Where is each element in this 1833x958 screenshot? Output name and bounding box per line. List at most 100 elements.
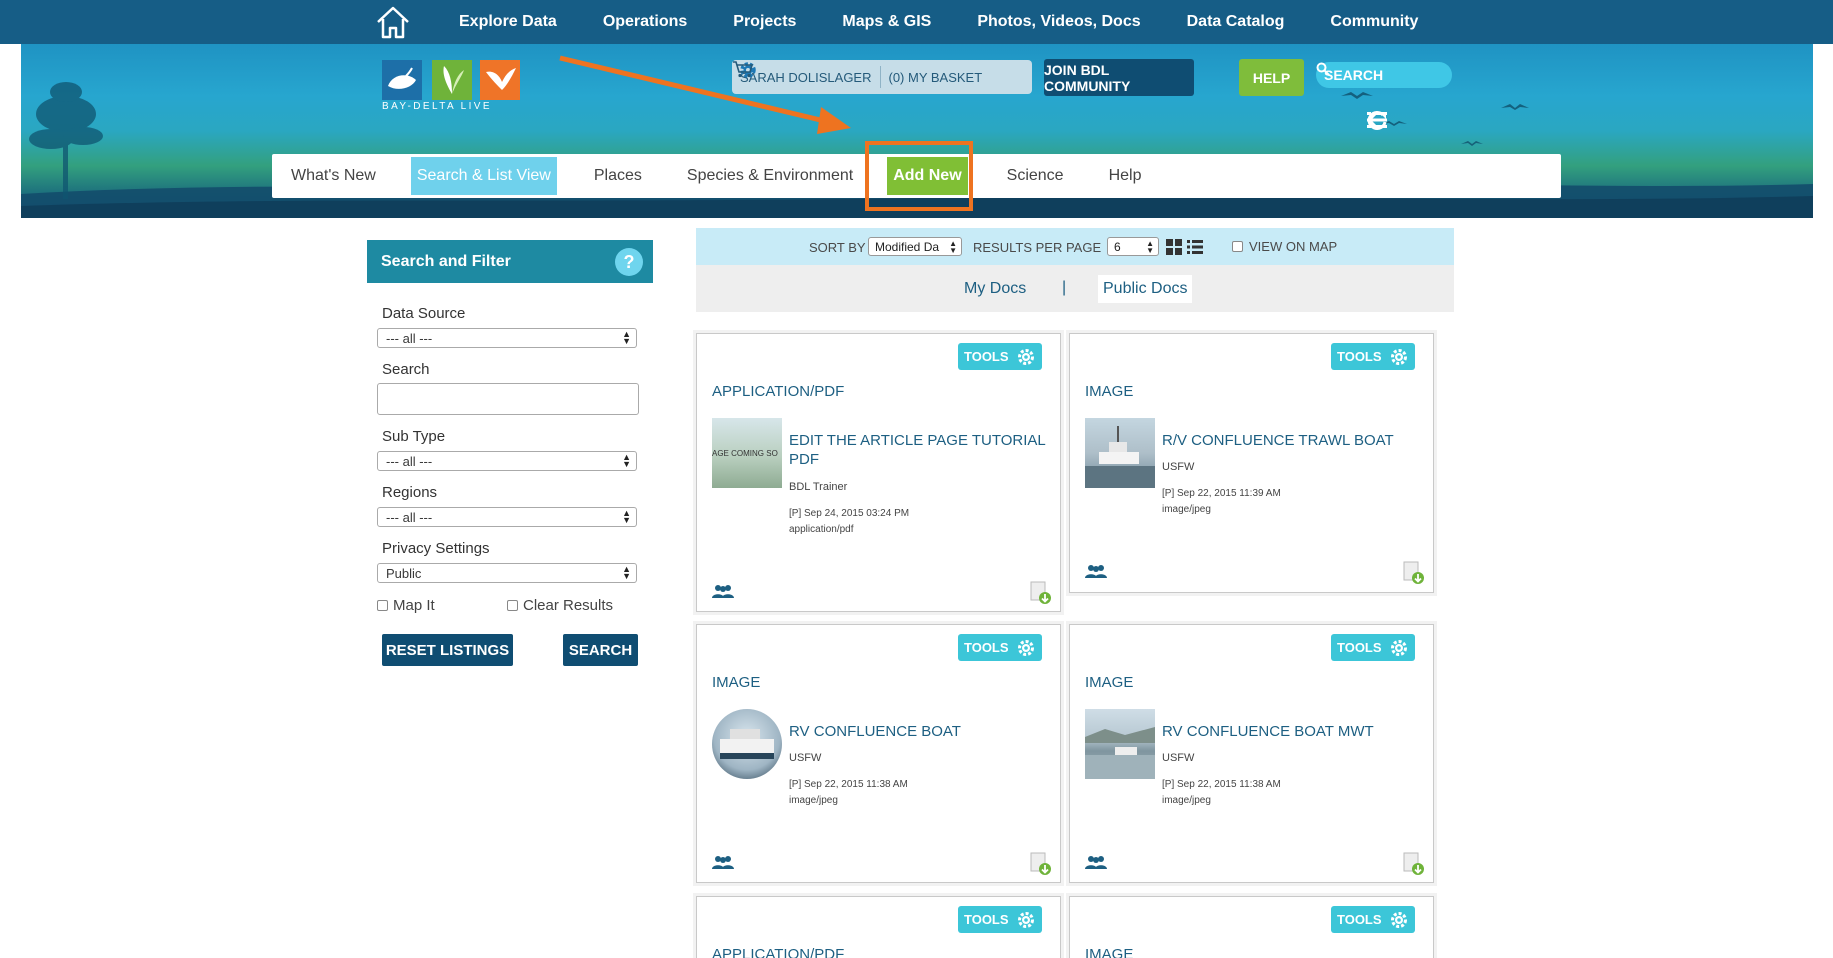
sort-by-label: SORT BY xyxy=(809,240,866,255)
card-thumbnail[interactable] xyxy=(1085,709,1155,779)
card-author: USFW xyxy=(1162,752,1195,764)
privacy-settings-label: Privacy Settings xyxy=(382,540,490,557)
tab-add-new[interactable]: Add New xyxy=(887,157,968,195)
reset-listings-button[interactable]: RESET LISTINGS xyxy=(382,634,513,666)
data-source-label: Data Source xyxy=(382,305,466,322)
topnav-photos-videos-docs[interactable]: Photos, Videos, Docs xyxy=(977,13,1140,31)
card-title[interactable]: RV CONFLUENCE BOAT xyxy=(789,722,1049,741)
gear-icon xyxy=(1391,639,1407,656)
card-title[interactable]: RV CONFLUENCE BOAT MWT xyxy=(1162,722,1422,741)
user-account-pill: SARAH DOLISLAGER (0) MY BASKET xyxy=(732,60,1032,94)
top-navigation: Explore Data Operations Projects Maps & … xyxy=(0,0,1833,44)
tools-button[interactable]: TOOLS xyxy=(1331,634,1415,661)
results-per-page-select[interactable]: 6 ▲ ▼ xyxy=(1107,237,1159,256)
tools-button[interactable]: TOOLS xyxy=(958,634,1042,661)
download-icon[interactable] xyxy=(1403,561,1425,585)
privacy-settings-value: Public xyxy=(386,565,422,581)
tools-label: TOOLS xyxy=(1337,640,1382,655)
topnav-community[interactable]: Community xyxy=(1330,13,1418,31)
card-thumbnail[interactable] xyxy=(712,709,782,779)
my-basket-link[interactable]: (0) MY BASKET xyxy=(733,61,983,85)
filter-search-button[interactable]: SEARCH xyxy=(563,634,638,666)
tab-help[interactable]: Help xyxy=(1103,157,1148,195)
card-title[interactable]: EDIT THE ARTICLE PAGE TUTORIAL PDF xyxy=(789,431,1049,469)
tools-button[interactable]: TOOLS xyxy=(1331,906,1415,933)
search-field-label: Search xyxy=(382,361,430,378)
header-help-button[interactable]: HELP xyxy=(1239,59,1304,96)
map-it-checkbox[interactable]: Map It xyxy=(377,597,435,614)
select-arrows-icon: ▲ ▼ xyxy=(622,329,631,346)
search-filter-header: Search and Filter ? xyxy=(367,240,653,283)
users-icon[interactable] xyxy=(1085,855,1107,869)
card-type: IMAGE xyxy=(1085,674,1134,691)
download-icon[interactable] xyxy=(1030,581,1052,605)
data-source-select[interactable]: --- all --- ▲ ▼ xyxy=(377,328,637,348)
result-card[interactable]: TOOLS IMAGE RV CONFLUENCE BOAT MWT USFW … xyxy=(1069,624,1434,883)
topnav-operations[interactable]: Operations xyxy=(603,13,687,31)
card-thumbnail[interactable] xyxy=(1085,418,1155,488)
result-card[interactable]: TOOLS APPLICATION/PDF xyxy=(696,896,1061,958)
tools-button[interactable]: TOOLS xyxy=(1331,343,1415,370)
result-card[interactable]: TOOLS IMAGE xyxy=(1069,896,1434,958)
tools-label: TOOLS xyxy=(1337,349,1382,364)
card-title[interactable]: R/V CONFLUENCE TRAWL BOAT xyxy=(1162,431,1422,450)
logo-whale-tile xyxy=(382,60,422,100)
pill-divider xyxy=(879,66,881,88)
result-card[interactable]: TOOLS IMAGE R/V CONFLUENCE TRAWL BOAT US… xyxy=(1069,333,1434,593)
card-mime-type: image/jpeg xyxy=(1162,504,1211,515)
thumbnail-caption: AGE COMING SO xyxy=(712,449,778,458)
docs-toggle-bar: My Docs Public Docs xyxy=(696,265,1454,312)
list-view-icon[interactable] xyxy=(1187,239,1203,255)
help-icon[interactable]: ? xyxy=(615,248,643,276)
clear-results-label: Clear Results xyxy=(523,597,614,614)
tab-search-list-view[interactable]: Search & List View xyxy=(410,157,557,195)
basket-label: (0) MY BASKET xyxy=(888,69,983,85)
privacy-settings-select[interactable]: Public ▲ ▼ xyxy=(377,563,637,583)
result-card[interactable]: TOOLS APPLICATION/PDF AGE COMING SO EDIT… xyxy=(696,333,1061,612)
card-type: IMAGE xyxy=(712,674,761,691)
logo-bird-tile xyxy=(480,60,520,100)
search-icon xyxy=(1316,62,1330,76)
card-type: IMAGE xyxy=(1085,946,1134,958)
tools-button[interactable]: TOOLS xyxy=(958,906,1042,933)
download-icon[interactable] xyxy=(1030,852,1052,876)
users-icon[interactable] xyxy=(712,584,734,598)
card-type: APPLICATION/PDF xyxy=(712,946,845,958)
header-search-label: SEARCH xyxy=(1324,67,1384,83)
grid-view-icon[interactable] xyxy=(1166,239,1182,255)
card-author: USFW xyxy=(1162,461,1195,473)
tools-button[interactable]: TOOLS xyxy=(958,343,1042,370)
logo-leaf-tile xyxy=(432,60,472,100)
clear-results-checkbox[interactable]: Clear Results xyxy=(507,597,613,614)
sort-by-select[interactable]: Modified Da ▲ ▼ xyxy=(868,237,962,256)
checkbox-box xyxy=(377,600,388,611)
card-thumbnail[interactable]: AGE COMING SO xyxy=(712,418,782,488)
tab-science[interactable]: Science xyxy=(1001,157,1070,195)
sub-type-select[interactable]: --- all --- ▲ ▼ xyxy=(377,451,637,471)
topnav-explore-data[interactable]: Explore Data xyxy=(459,13,557,31)
header-search-input[interactable]: SEARCH xyxy=(1316,62,1452,88)
tab-my-docs[interactable]: My Docs xyxy=(959,275,1031,303)
home-icon[interactable] xyxy=(373,4,413,40)
map-it-label: Map It xyxy=(393,597,435,614)
results-per-page-value: 6 xyxy=(1114,239,1121,254)
download-icon[interactable] xyxy=(1403,852,1425,876)
users-icon[interactable] xyxy=(1085,564,1107,578)
regions-select[interactable]: --- all --- ▲ ▼ xyxy=(377,507,637,527)
users-icon[interactable] xyxy=(712,855,734,869)
topnav-projects[interactable]: Projects xyxy=(733,13,796,31)
tab-whats-new[interactable]: What's New xyxy=(285,157,382,195)
sort-by-value: Modified Da xyxy=(875,239,940,254)
checkbox-box xyxy=(507,600,518,611)
tab-public-docs[interactable]: Public Docs xyxy=(1098,275,1193,303)
list-icon[interactable] xyxy=(1366,109,1388,131)
search-input[interactable] xyxy=(377,383,639,415)
result-card[interactable]: TOOLS IMAGE RV CONFLUENCE BOAT USFW [P] … xyxy=(696,624,1061,883)
tab-places[interactable]: Places xyxy=(588,157,648,195)
tab-species-environment[interactable]: Species & Environment xyxy=(681,157,859,195)
tools-label: TOOLS xyxy=(964,912,1009,927)
view-on-map-checkbox[interactable]: VIEW ON MAP xyxy=(1232,239,1337,254)
topnav-data-catalog[interactable]: Data Catalog xyxy=(1187,13,1285,31)
join-community-button[interactable]: JOIN BDL COMMUNITY xyxy=(1044,59,1194,96)
topnav-maps-gis[interactable]: Maps & GIS xyxy=(842,13,931,31)
